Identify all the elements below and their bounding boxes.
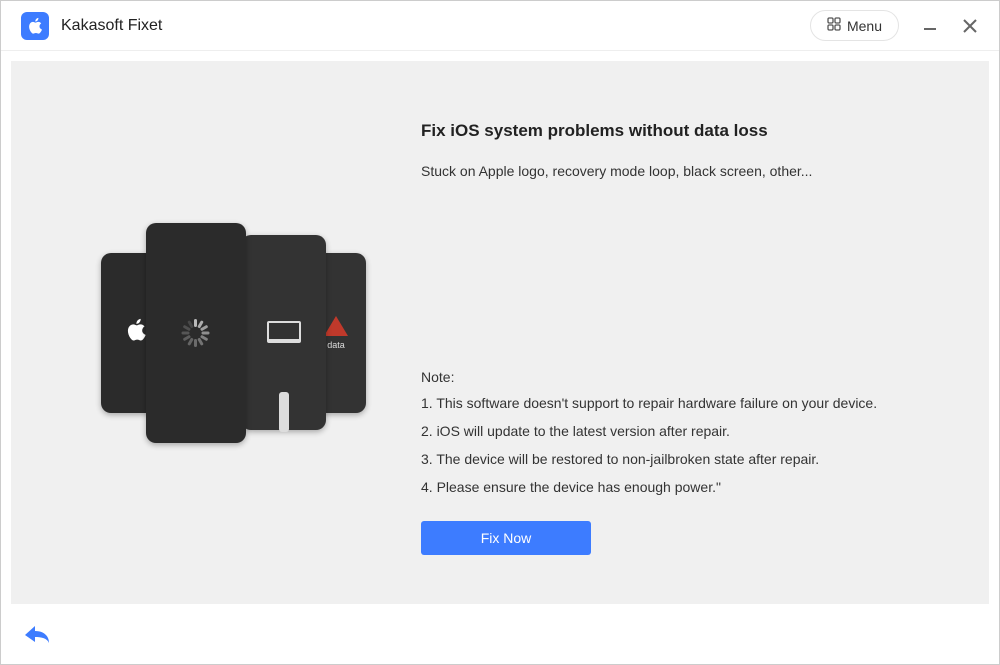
back-button[interactable]	[23, 623, 51, 650]
app-logo-icon	[21, 12, 49, 40]
app-window: Kakasoft Fixet Menu	[0, 0, 1000, 665]
fix-now-button[interactable]: Fix Now	[421, 521, 591, 555]
titlebar-controls: Menu	[810, 10, 979, 41]
warning-triangle-icon	[324, 316, 348, 336]
note-item: 3. The device will be restored to non-ja…	[421, 451, 959, 467]
page-heading: Fix iOS system problems without data los…	[421, 121, 959, 141]
note-item: 2. iOS will update to the latest version…	[421, 423, 959, 439]
page-subheading: Stuck on Apple logo, recovery mode loop,…	[421, 163, 959, 179]
illustration-pane: data	[41, 101, 411, 564]
titlebar: Kakasoft Fixet Menu	[1, 1, 999, 51]
apple-logo-icon	[125, 317, 147, 348]
grid-icon	[827, 17, 841, 34]
loading-spinner-icon	[182, 319, 210, 347]
minimize-button[interactable]	[921, 17, 939, 35]
phone-stack-illustration: data	[96, 203, 356, 463]
note-title: Note:	[421, 369, 959, 385]
data-label: data	[327, 340, 345, 350]
phone-recovery	[241, 235, 326, 430]
app-title: Kakasoft Fixet	[61, 17, 162, 35]
close-button[interactable]	[961, 17, 979, 35]
cable-icon	[279, 392, 289, 432]
content-area: data Fix iOS system problems without dat…	[11, 61, 989, 604]
menu-button[interactable]: Menu	[810, 10, 899, 41]
note-item: 4. Please ensure the device has enough p…	[421, 479, 959, 495]
phone-spinner	[146, 223, 246, 443]
laptop-icon	[267, 321, 301, 343]
note-item: 1. This software doesn't support to repa…	[421, 395, 959, 411]
info-pane: Fix iOS system problems without data los…	[411, 101, 959, 564]
menu-label: Menu	[847, 18, 882, 34]
